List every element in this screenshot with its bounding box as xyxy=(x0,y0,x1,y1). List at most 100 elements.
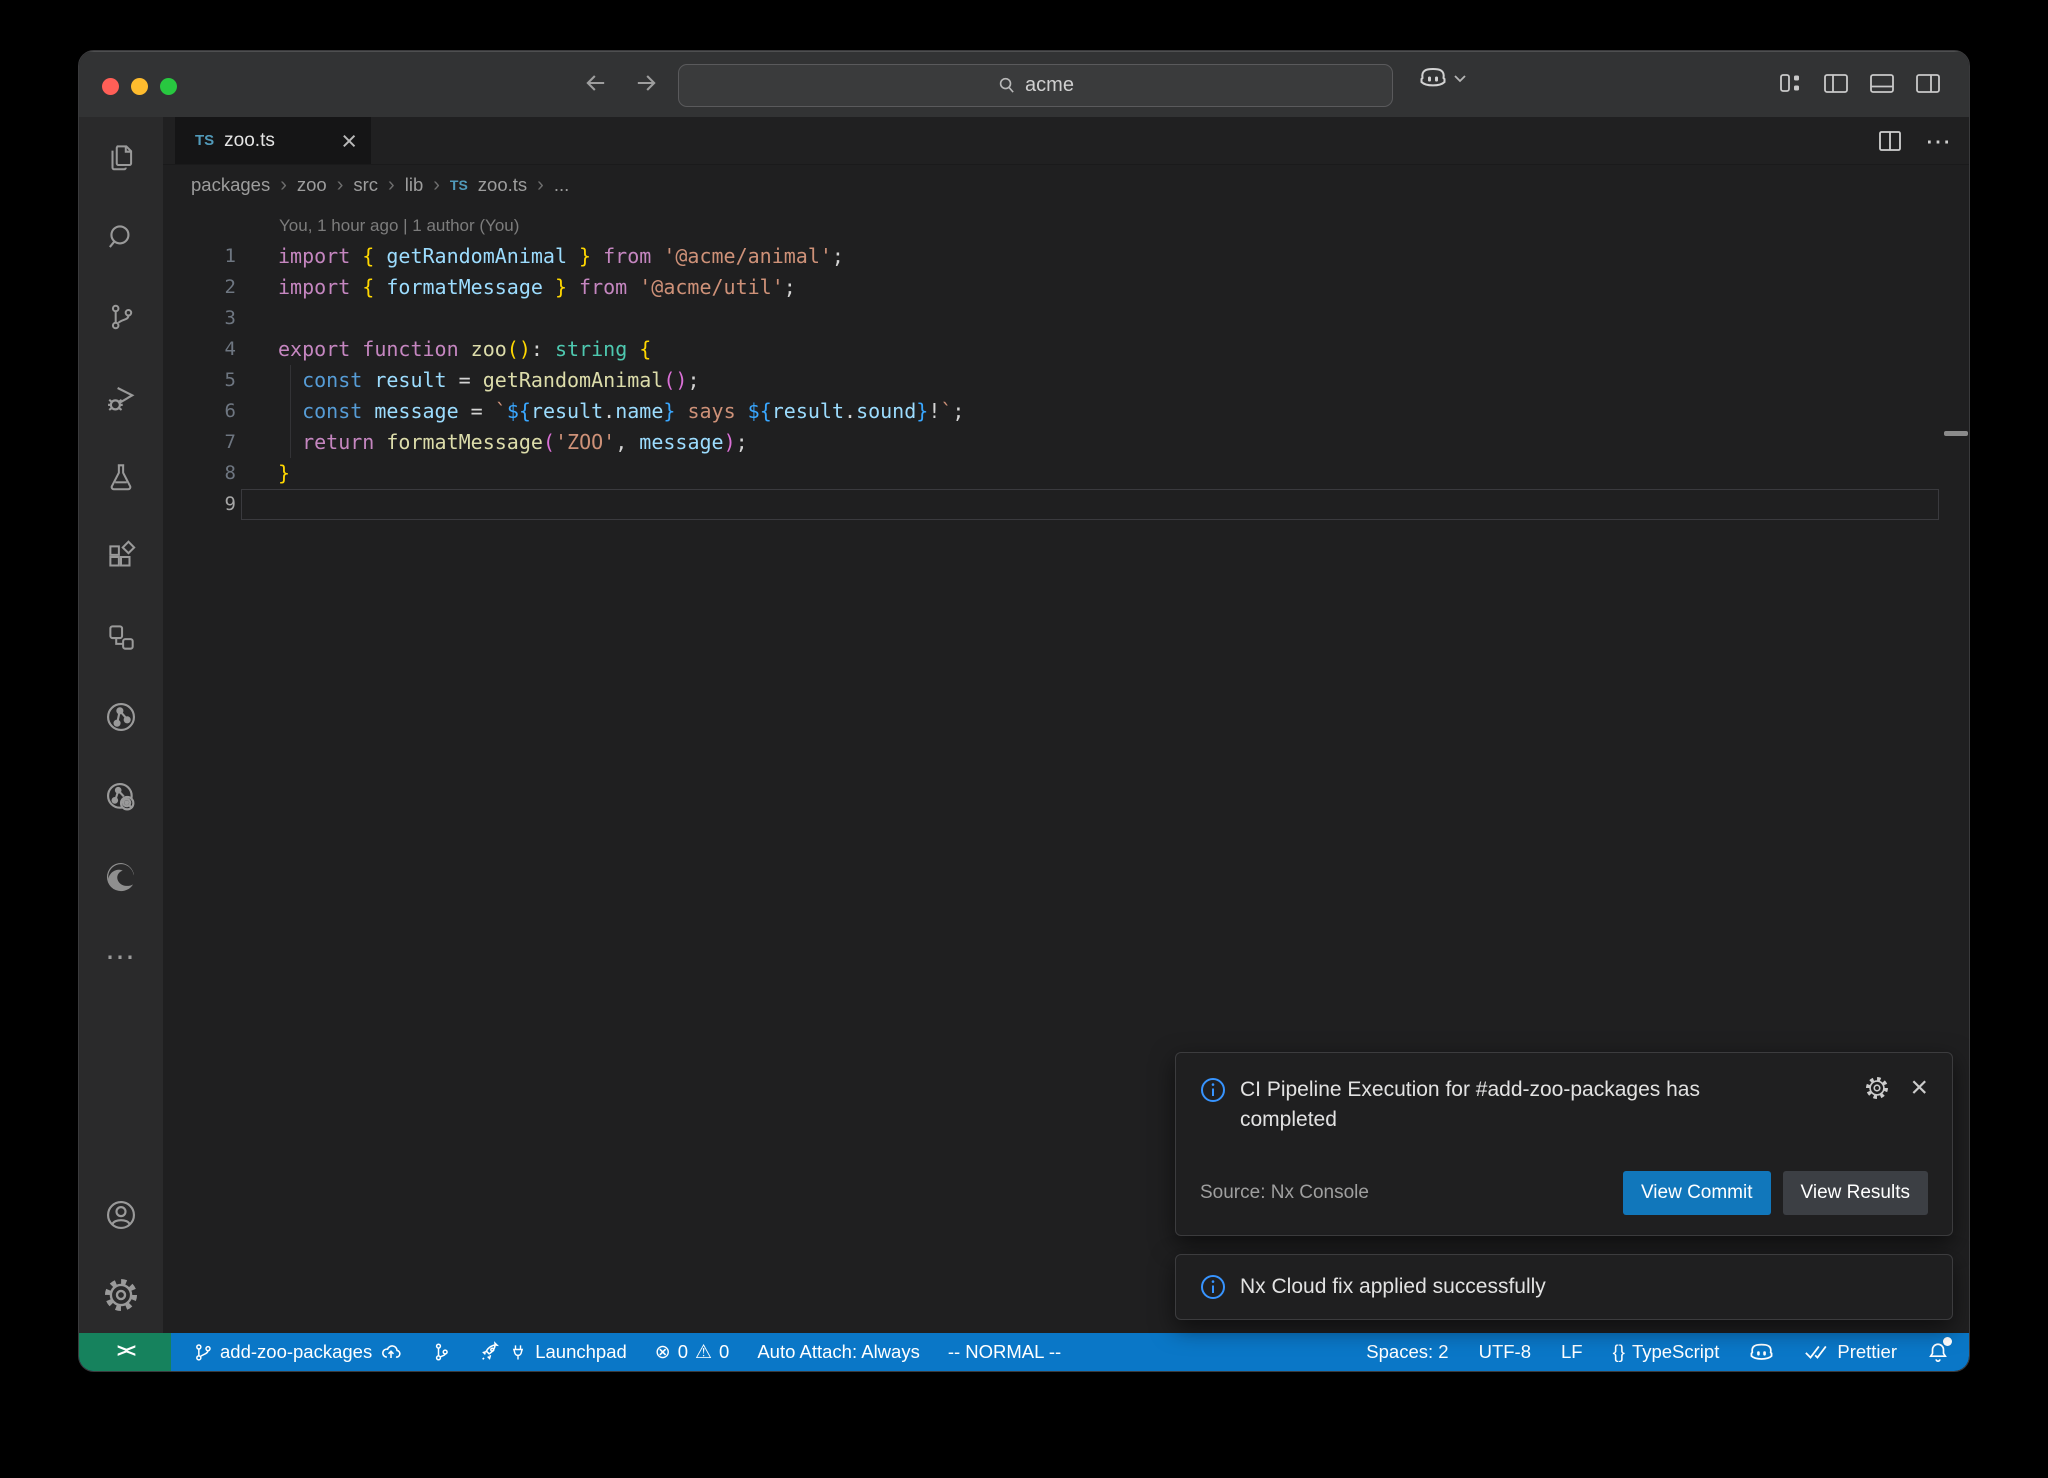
source-control-icon[interactable] xyxy=(79,277,163,357)
notification-toast: Nx Cloud fix applied successfully xyxy=(1175,1254,1953,1320)
toggle-secondary-sidebar-icon[interactable] xyxy=(1913,67,1943,99)
code-text: const result = getRandomAnimal(); xyxy=(236,365,699,396)
breadcrumb-file[interactable]: zoo.ts xyxy=(478,174,527,196)
extensions-icon[interactable] xyxy=(79,517,163,597)
code-line[interactable]: 8} xyxy=(163,458,1969,489)
split-editor-icon[interactable] xyxy=(1877,129,1903,153)
more-views-icon[interactable]: ⋯ xyxy=(79,917,163,997)
breadcrumb-item[interactable]: packages xyxy=(191,174,270,196)
chevron-right-icon: › xyxy=(537,174,544,197)
minimize-window-button[interactable] xyxy=(131,78,148,95)
tab-close-icon[interactable]: × xyxy=(341,131,357,151)
toggle-primary-sidebar-icon[interactable] xyxy=(1821,67,1851,99)
chevron-down-icon xyxy=(1453,73,1467,83)
language-mode-item[interactable]: {} TypeScript xyxy=(1613,1341,1720,1363)
window-controls xyxy=(102,78,177,95)
tab-bar: TS zoo.ts × ⋯ xyxy=(163,117,1969,165)
line-number[interactable]: 8 xyxy=(163,458,236,489)
source-control-graph-item[interactable] xyxy=(431,1340,451,1364)
chevron-right-icon: › xyxy=(337,174,344,197)
code-text xyxy=(236,303,278,334)
plug-icon xyxy=(508,1341,528,1363)
testing-icon[interactable] xyxy=(79,437,163,517)
status-bar: >< add-zoo-packages xyxy=(79,1333,1969,1371)
copilot-status-item[interactable] xyxy=(1749,1342,1774,1363)
notifications-bell-item[interactable] xyxy=(1927,1341,1949,1364)
remote-explorer-icon[interactable] xyxy=(79,597,163,677)
notification-message: Nx Cloud fix applied successfully xyxy=(1240,1275,1546,1299)
zoom-window-button[interactable] xyxy=(160,78,177,95)
code-text: export function zoo(): string { xyxy=(236,334,651,365)
line-number[interactable]: 3 xyxy=(163,303,236,334)
code-lines: 1import { getRandomAnimal } from '@acme/… xyxy=(163,241,1969,520)
command-center-search[interactable]: acme xyxy=(678,64,1393,107)
code-line[interactable]: 1import { getRandomAnimal } from '@acme/… xyxy=(163,241,1969,272)
view-results-button[interactable]: View Results xyxy=(1783,1171,1928,1215)
chevron-right-icon: › xyxy=(433,174,440,197)
notification-toast: CI Pipeline Execution for #add-zoo-packa… xyxy=(1175,1052,1953,1236)
cloud-upload-icon xyxy=(379,1341,403,1363)
code-line[interactable]: 6 const message = `${result.name} says $… xyxy=(163,396,1969,427)
rocket-icon xyxy=(479,1341,501,1363)
code-text: import { formatMessage } from '@acme/uti… xyxy=(236,272,796,303)
code-line[interactable]: 3 xyxy=(163,303,1969,334)
encoding-item[interactable]: UTF-8 xyxy=(1479,1341,1531,1363)
copilot-icon xyxy=(1749,1342,1774,1363)
info-icon xyxy=(1200,1274,1226,1300)
close-window-button[interactable] xyxy=(102,78,119,95)
forward-icon[interactable] xyxy=(629,66,663,100)
git-branch-icon xyxy=(193,1341,213,1363)
breadcrumb-item[interactable]: lib xyxy=(405,174,424,196)
auto-attach-item[interactable]: Auto Attach: Always xyxy=(757,1341,919,1363)
launchpad-item[interactable]: Launchpad xyxy=(479,1341,627,1363)
breadcrumb-item[interactable]: zoo xyxy=(297,174,327,196)
line-number[interactable]: 6 xyxy=(163,396,236,427)
git-branch-item[interactable]: add-zoo-packages xyxy=(193,1341,403,1363)
line-number[interactable]: 5 xyxy=(163,365,236,396)
breadcrumb-item[interactable]: src xyxy=(353,174,378,196)
nx-cloud-icon[interactable] xyxy=(79,757,163,837)
breadcrumb: packages › zoo › src › lib › TS zoo.ts ›… xyxy=(163,165,1969,205)
vim-mode-item[interactable]: -- NORMAL -- xyxy=(948,1341,1061,1363)
line-number[interactable]: 2 xyxy=(163,272,236,303)
copilot-menu[interactable] xyxy=(1419,66,1467,90)
remote-indicator[interactable]: >< xyxy=(79,1333,171,1371)
nx-console-icon[interactable] xyxy=(79,677,163,757)
settings-gear-icon[interactable] xyxy=(79,1255,163,1335)
warning-icon: ⚠ xyxy=(695,1341,712,1364)
code-line[interactable]: 5 const result = getRandomAnimal(); xyxy=(163,365,1969,396)
toggle-panel-icon[interactable] xyxy=(1867,67,1897,99)
code-text: } xyxy=(236,458,290,489)
gitlens-blame-annotation: You, 1 hour ago | 1 author (You) xyxy=(163,211,1969,241)
editor-more-actions-icon[interactable]: ⋯ xyxy=(1925,126,1951,157)
line-number[interactable]: 9 xyxy=(163,489,236,520)
code-line[interactable]: 7 return formatMessage('ZOO', message); xyxy=(163,427,1969,458)
view-commit-button[interactable]: View Commit xyxy=(1623,1171,1771,1215)
notification-close-icon[interactable]: × xyxy=(1910,1076,1928,1100)
line-number[interactable]: 1 xyxy=(163,241,236,272)
code-line[interactable]: 2import { formatMessage } from '@acme/ut… xyxy=(163,272,1969,303)
back-icon[interactable] xyxy=(579,66,613,100)
code-line[interactable]: 9 xyxy=(163,489,1969,520)
customize-layout-icon[interactable] xyxy=(1775,67,1805,99)
brackets-icon: {} xyxy=(1613,1341,1625,1363)
screen: acme xyxy=(0,0,2048,1478)
line-number[interactable]: 7 xyxy=(163,427,236,458)
eol-item[interactable]: LF xyxy=(1561,1341,1583,1363)
code-editor[interactable]: You, 1 hour ago | 1 author (You) 1import… xyxy=(163,205,1969,520)
tab-zoo-ts[interactable]: TS zoo.ts × xyxy=(175,117,371,164)
edge-browser-icon[interactable] xyxy=(79,837,163,917)
line-number[interactable]: 4 xyxy=(163,334,236,365)
code-line[interactable]: 4export function zoo(): string { xyxy=(163,334,1969,365)
notification-settings-gear-icon[interactable] xyxy=(1864,1075,1890,1101)
formatter-item[interactable]: Prettier xyxy=(1804,1341,1897,1363)
problems-item[interactable]: ⊗ 0 ⚠ 0 xyxy=(655,1341,730,1364)
accounts-icon[interactable] xyxy=(79,1175,163,1255)
indentation-item[interactable]: Spaces: 2 xyxy=(1366,1341,1448,1363)
code-text: return formatMessage('ZOO', message); xyxy=(236,427,748,458)
explorer-icon[interactable] xyxy=(79,117,163,197)
run-debug-icon[interactable] xyxy=(79,357,163,437)
double-check-icon xyxy=(1804,1342,1830,1362)
breadcrumb-symbol-more[interactable]: ... xyxy=(554,174,569,196)
search-sidebar-icon[interactable] xyxy=(79,197,163,277)
